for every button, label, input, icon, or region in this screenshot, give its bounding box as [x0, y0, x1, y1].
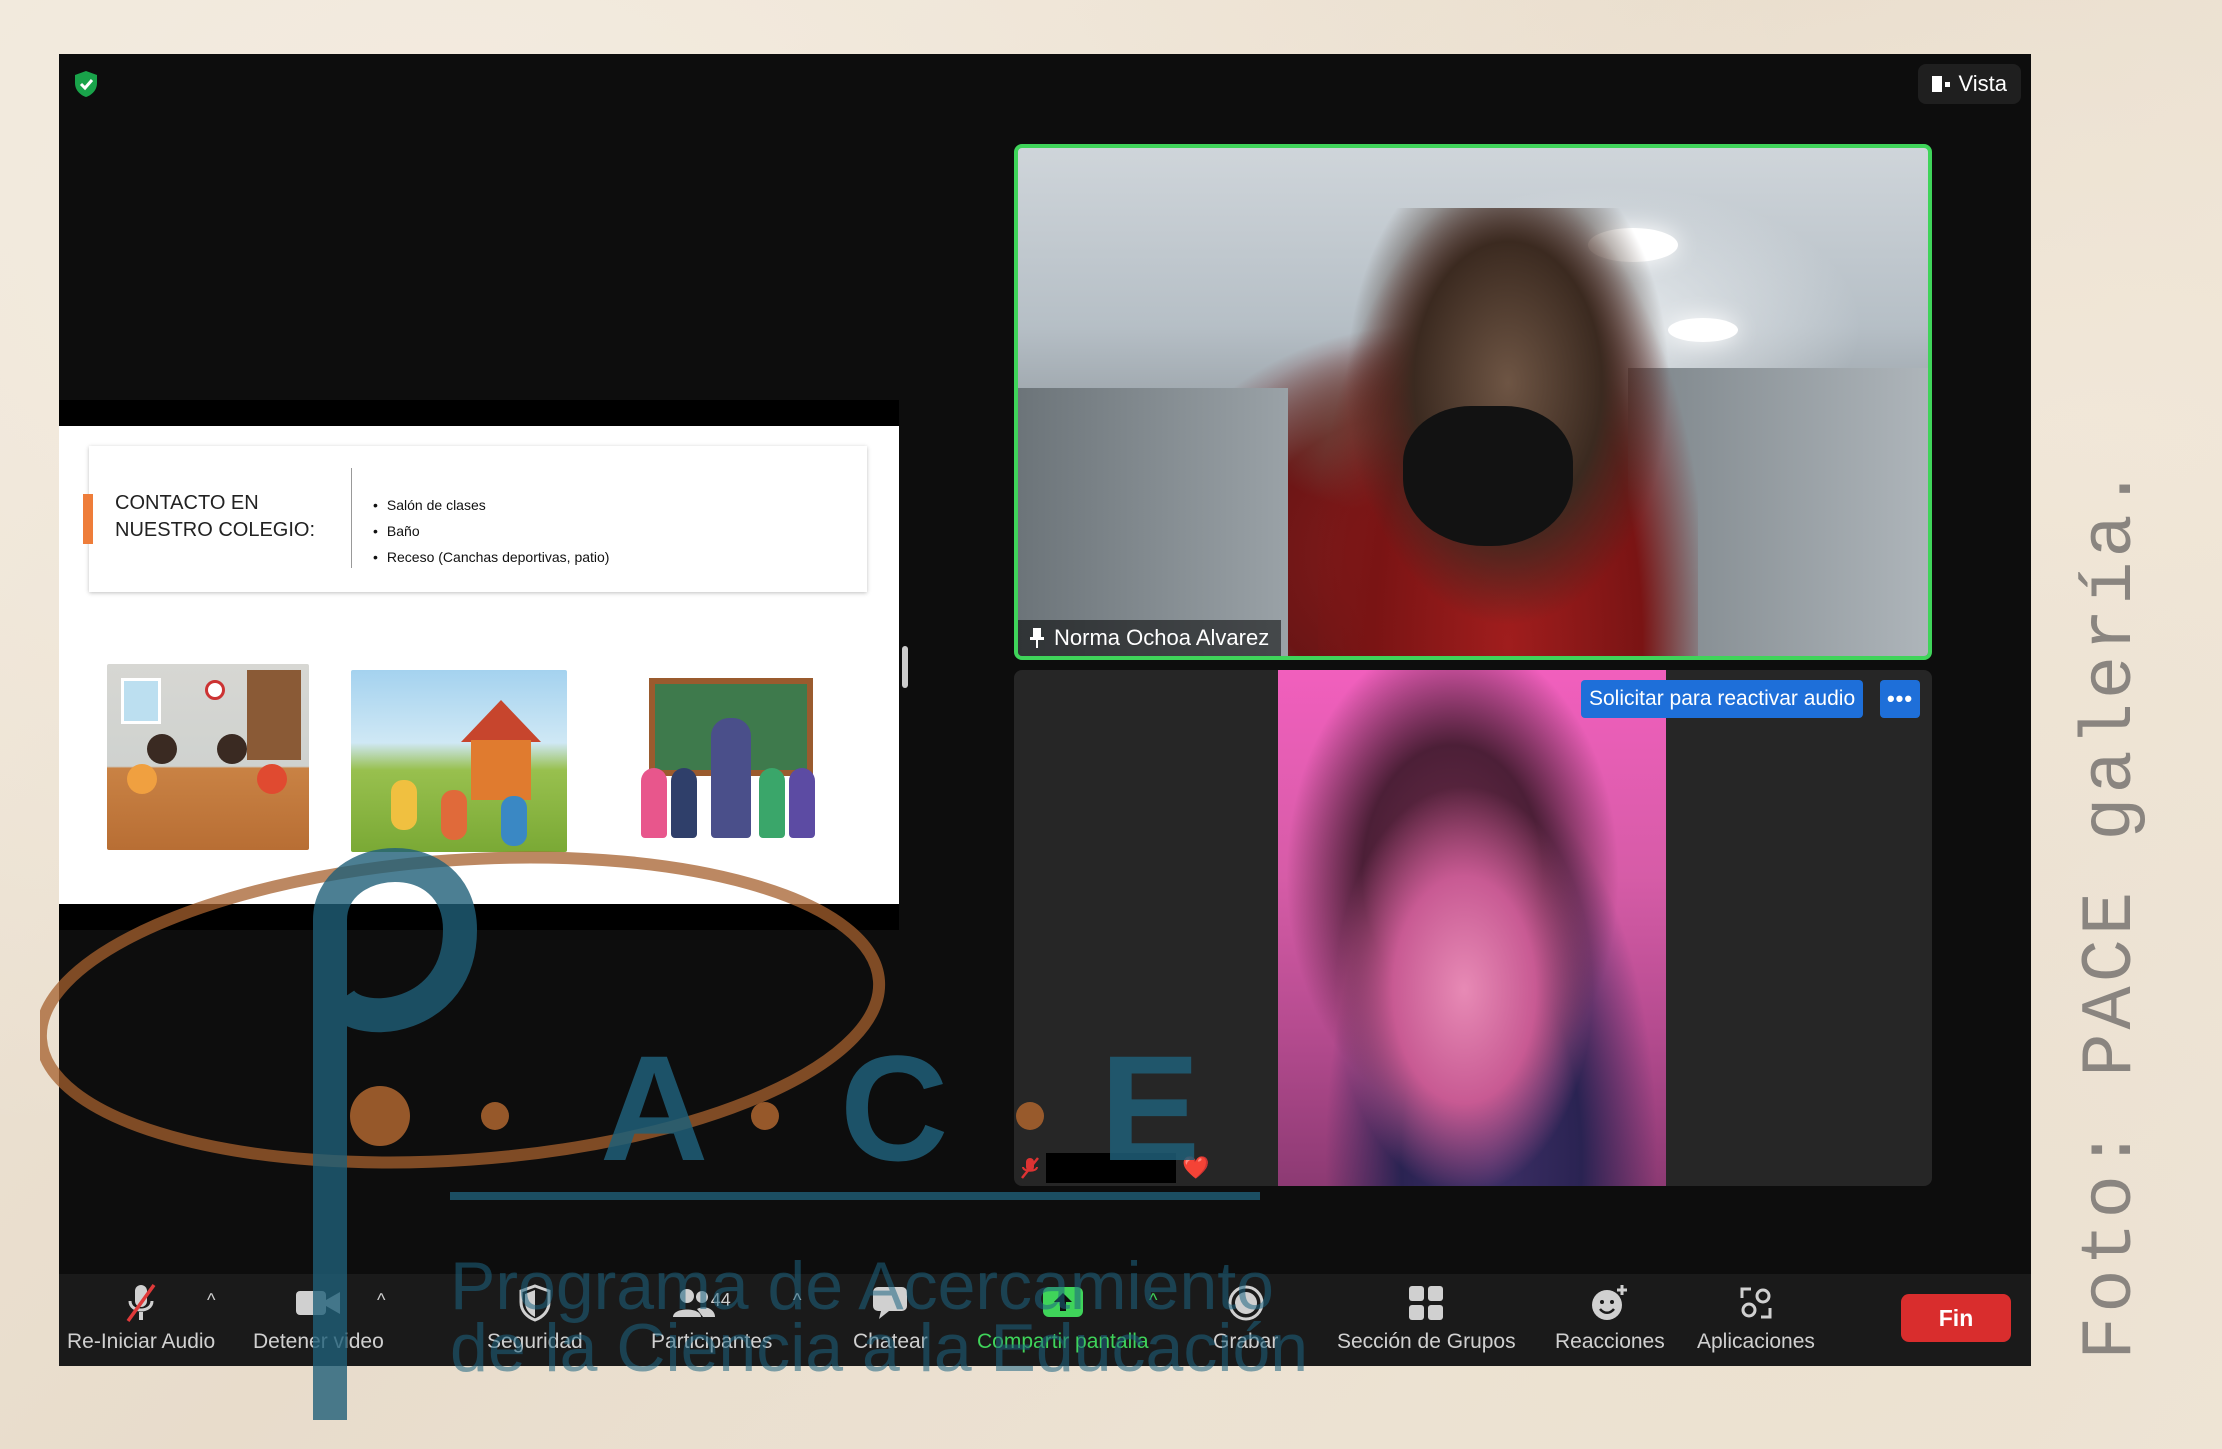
classroom-illustration: [107, 664, 309, 850]
watermark-line2: de la Ciencia a la Educación: [450, 1310, 1309, 1386]
stop-video-button[interactable]: Detener video: [253, 1282, 384, 1354]
view-label: Vista: [1958, 71, 2007, 96]
breakout-label: Sección de Grupos: [1337, 1330, 1516, 1353]
redacted-name: [1046, 1153, 1176, 1183]
unmute-audio-button[interactable]: Re-Iniciar Audio: [67, 1282, 215, 1354]
video-camera-icon: [296, 1291, 341, 1315]
video-tile-active-speaker[interactable]: Norma Ochoa Alvarez: [1014, 144, 1932, 660]
muted-mic-icon: [1021, 1157, 1039, 1179]
slide-bullet-list: Salón de clases Baño Receso (Canchas dep…: [387, 492, 610, 570]
more-options-button[interactable]: •••: [1880, 680, 1920, 718]
pin-icon: [1030, 628, 1044, 648]
request-unmute-button[interactable]: Solicitar para reactivar audio: [1581, 680, 1864, 718]
video-options-caret-icon[interactable]: ^: [377, 1290, 385, 1311]
participant-name: Norma Ochoa Alvarez: [1054, 625, 1270, 650]
breakout-rooms-icon: [1409, 1286, 1444, 1320]
breakout-rooms-button[interactable]: Sección de Grupos: [1337, 1282, 1516, 1354]
slide-bullet: Salón de clases: [387, 492, 609, 518]
slide-title: CONTACTO EN NUESTRO COLEGIO:: [115, 492, 316, 541]
slide-accent-bar: [83, 494, 93, 544]
participant-nameplate: Norma Ochoa Alvarez: [1018, 620, 1282, 656]
apps-label: Aplicaciones: [1697, 1330, 1815, 1353]
slide-bullet: Baño: [387, 518, 609, 544]
emoji-plus-icon: [1591, 1285, 1627, 1320]
view-button[interactable]: Vista: [1918, 64, 2021, 104]
photo-caption: Foto: PACE galería.: [2070, 463, 2152, 1360]
video-label: Detener video: [253, 1330, 384, 1353]
audio-options-caret-icon[interactable]: ^: [207, 1290, 215, 1311]
slide-divider: [351, 468, 352, 568]
end-meeting-button[interactable]: Fin: [1901, 1294, 2011, 1342]
participant-video: [1278, 670, 1666, 1186]
watermark-line1: Programa de Acercamiento: [450, 1248, 1274, 1324]
slide-bullet: Receso (Canchas deportivas, patio): [387, 544, 610, 570]
slide-header: CONTACTO EN NUESTRO COLEGIO: Salón de cl…: [83, 446, 867, 592]
watermark-text: Programa de Acercamiento de la Ciencia a…: [450, 1248, 1309, 1386]
teacher-students-illustration: [631, 678, 823, 838]
reactions-label: Reacciones: [1555, 1330, 1665, 1353]
apps-button[interactable]: Aplicaciones: [1697, 1282, 1815, 1354]
reactions-button[interactable]: Reacciones: [1555, 1282, 1665, 1354]
encryption-shield-icon[interactable]: [73, 70, 99, 98]
audio-label: Re-Iniciar Audio: [67, 1330, 216, 1353]
apps-icon: [1740, 1287, 1772, 1319]
playground-illustration: [351, 670, 567, 852]
video-tile-participant[interactable]: Solicitar para reactivar audio ••• ❤️: [1014, 670, 1932, 1186]
view-layout-icon: [1932, 75, 1951, 93]
presentation-slide: CONTACTO EN NUESTRO COLEGIO: Salón de cl…: [59, 426, 899, 904]
split-resize-handle[interactable]: [902, 646, 908, 688]
shared-screen[interactable]: CONTACTO EN NUESTRO COLEGIO: Salón de cl…: [59, 400, 899, 930]
heart-emoji: ❤️: [1182, 1155, 1210, 1180]
muted-microphone-icon: [126, 1283, 156, 1323]
zoom-meeting-window: Vista CONTACTO EN NUESTRO COLEGIO: Salón…: [59, 54, 2031, 1366]
participant-nameplate: ❤️: [1020, 1150, 1209, 1186]
